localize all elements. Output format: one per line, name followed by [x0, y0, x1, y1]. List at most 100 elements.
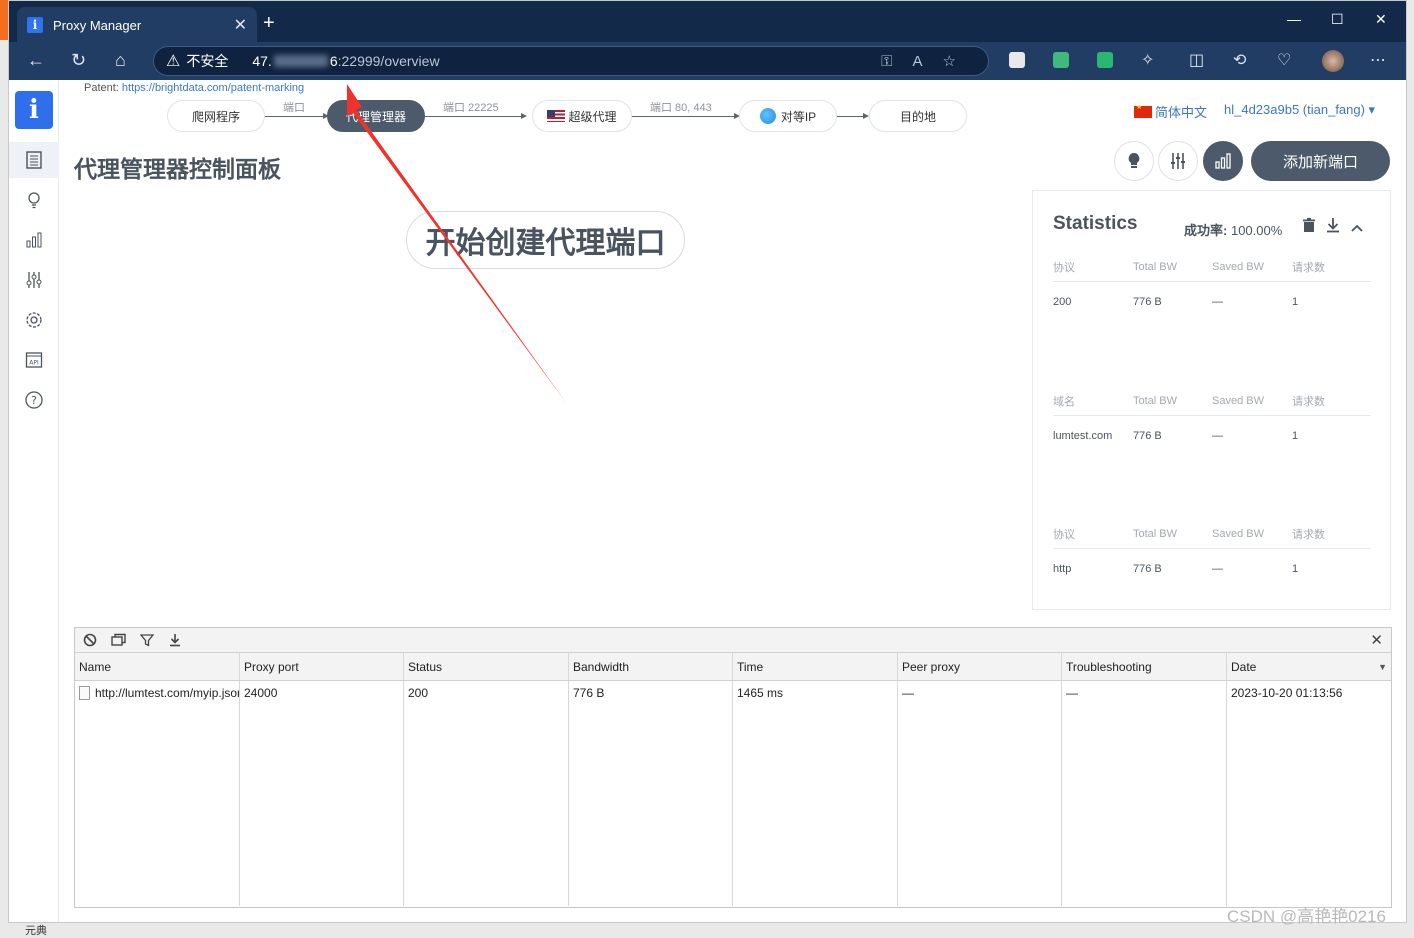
- new-tab-button[interactable]: +: [263, 13, 275, 33]
- sidebar-item-overview[interactable]: [9, 142, 59, 178]
- column-header-troubleshooting[interactable]: Troubleshooting: [1062, 653, 1227, 680]
- start-create-proxy-port-button[interactable]: 开始创建代理端口: [406, 211, 685, 269]
- cell: 1: [1292, 563, 1299, 575]
- sidebar-item-api[interactable]: API: [9, 342, 59, 378]
- column-header[interactable]: 协议: [1053, 526, 1133, 542]
- cell: 200: [1053, 296, 1072, 308]
- flow-node-label: 爬网程序: [191, 109, 240, 124]
- cell-date: 2023-10-20 01:13:56: [1231, 686, 1343, 700]
- column-header[interactable]: Saved BW: [1212, 261, 1292, 273]
- column-header-time[interactable]: Time: [733, 653, 898, 680]
- column-header-proxy-port[interactable]: Proxy port: [240, 653, 404, 680]
- language-selector[interactable]: 简体中文: [1134, 102, 1207, 121]
- stats-toggle-button[interactable]: [1203, 141, 1243, 181]
- column-header[interactable]: 请求数: [1292, 526, 1371, 542]
- download-icon[interactable]: [168, 633, 182, 647]
- browser-toolbar: ← ↻ ⌂ ⚠ 不安全 47. 6:22999/overview ⚿A☆ ✧ ◫…: [9, 42, 1406, 80]
- read-aloud-icon[interactable]: A: [913, 53, 943, 70]
- user-account-menu[interactable]: hl_4d23a9b5 (tian_fang) ▾: [1224, 102, 1375, 118]
- column-header[interactable]: 域名: [1053, 393, 1133, 409]
- sidebar-item-settings[interactable]: [9, 302, 59, 338]
- flow-node-label: 对等IP: [780, 109, 817, 124]
- filter-icon[interactable]: [140, 633, 154, 647]
- column-header[interactable]: 请求数: [1292, 259, 1371, 275]
- maximize-button[interactable]: ☐: [1331, 11, 1344, 28]
- column-header-name[interactable]: Name: [75, 653, 240, 680]
- tab-close-icon[interactable]: ✕: [234, 15, 247, 35]
- language-label: 简体中文: [1155, 105, 1208, 120]
- flow-node-proxy-manager: 代理管理器: [327, 100, 425, 132]
- patent-label: Patent:: [84, 82, 119, 94]
- close-window-button[interactable]: ✕: [1375, 11, 1387, 28]
- minimize-button[interactable]: —: [1287, 11, 1301, 27]
- cell: 1: [1292, 430, 1299, 442]
- column-header[interactable]: Total BW: [1133, 261, 1212, 273]
- column-header[interactable]: Saved BW: [1212, 528, 1292, 540]
- home-icon[interactable]: ⌂: [115, 50, 126, 71]
- stats-table-row[interactable]: lumtest.com 776 B — 1: [1053, 416, 1371, 456]
- patent-link[interactable]: https://brightdata.com/patent-marking: [122, 82, 304, 94]
- bar-chart-icon: [26, 232, 42, 248]
- sidebar-item-tools[interactable]: [9, 262, 59, 298]
- green-extension-icon[interactable]: [1097, 52, 1113, 68]
- column-header[interactable]: 请求数: [1292, 393, 1371, 409]
- tips-button[interactable]: [1114, 141, 1154, 181]
- cell: 776 B: [1133, 296, 1162, 308]
- column-header-date-label: Date: [1231, 659, 1257, 674]
- flow-node-label: 代理管理器: [345, 109, 406, 124]
- column-header-date[interactable]: Date ▼: [1227, 653, 1391, 680]
- column-header[interactable]: Total BW: [1133, 395, 1212, 407]
- column-header[interactable]: 协议: [1053, 259, 1133, 275]
- more-menu-icon[interactable]: ⋯: [1370, 50, 1386, 70]
- page-title: 代理管理器控制面板: [74, 156, 281, 182]
- browser-tab[interactable]: i Proxy Manager ✕: [17, 7, 257, 43]
- api-icon: API: [25, 352, 43, 368]
- add-new-port-button[interactable]: 添加新端口: [1251, 141, 1390, 181]
- sidebar-item-insights[interactable]: [9, 182, 59, 218]
- sidebar-item-stats[interactable]: [9, 222, 59, 258]
- stats-table-row[interactable]: 200 776 B — 1: [1053, 282, 1371, 322]
- performance-icon[interactable]: ♡: [1277, 50, 1291, 70]
- column-header-status[interactable]: Status: [404, 653, 569, 680]
- refresh-icon[interactable]: ↻: [71, 50, 86, 71]
- close-log-icon[interactable]: ✕: [1370, 631, 1383, 649]
- cell: lumtest.com: [1053, 430, 1113, 442]
- key-icon[interactable]: ⚿: [881, 53, 912, 70]
- extensions-puzzle-icon[interactable]: ✧: [1141, 50, 1154, 70]
- history-icon[interactable]: ⟲: [1233, 50, 1246, 70]
- code-extension-icon[interactable]: [1053, 52, 1069, 68]
- column-header-peer-proxy[interactable]: Peer proxy: [898, 653, 1062, 680]
- sidebar-item-help[interactable]: ?: [9, 382, 59, 418]
- column-header[interactable]: Total BW: [1133, 528, 1212, 540]
- app-logo[interactable]: i: [15, 91, 53, 129]
- trash-icon[interactable]: [1301, 217, 1317, 233]
- clear-block-icon[interactable]: [83, 633, 97, 647]
- document-icon: [79, 686, 90, 700]
- settings-sliders-button[interactable]: [1158, 141, 1198, 181]
- success-rate-value: 100.00%: [1230, 223, 1283, 238]
- back-arrow-icon[interactable]: ←: [27, 50, 45, 71]
- profile-avatar[interactable]: [1322, 50, 1344, 72]
- flow-node-destination: 目的地: [869, 100, 967, 132]
- success-rate: 成功率: 100.00%: [1184, 220, 1282, 239]
- favorite-star-icon[interactable]: ☆: [943, 53, 976, 70]
- address-bar[interactable]: ⚠ 不安全 47. 6:22999/overview ⚿A☆: [153, 46, 989, 76]
- download-icon[interactable]: [1325, 217, 1341, 233]
- chevron-up-icon[interactable]: [1349, 220, 1365, 236]
- svg-text:API: API: [29, 360, 39, 367]
- log-table-header: Name Proxy port Status Bandwidth Time Pe…: [75, 653, 1391, 681]
- omnibox-actions[interactable]: ⚿A☆: [881, 52, 976, 70]
- flow-node-peer-ip: 对等IP: [739, 100, 837, 132]
- cell-name: http://lumtest.com/myip.json: [75, 681, 240, 906]
- flow-node-label: 目的地: [899, 109, 936, 124]
- sort-desc-icon[interactable]: ▼: [1378, 662, 1387, 672]
- table-row[interactable]: http://lumtest.com/myip.json 24000 200 7…: [75, 681, 1391, 906]
- column-header-bandwidth[interactable]: Bandwidth: [569, 653, 733, 680]
- window-icon[interactable]: [111, 633, 126, 647]
- url-host-start: 47.: [252, 53, 272, 69]
- stats-table-row[interactable]: http 776 B — 1: [1053, 549, 1371, 589]
- qr-extension-icon[interactable]: [1009, 52, 1025, 68]
- column-header[interactable]: Saved BW: [1212, 395, 1292, 407]
- split-screen-icon[interactable]: ◫: [1189, 50, 1204, 70]
- stats-table-domain: 域名 Total BW Saved BW 请求数 lumtest.com 776 B — 1: [1053, 386, 1371, 456]
